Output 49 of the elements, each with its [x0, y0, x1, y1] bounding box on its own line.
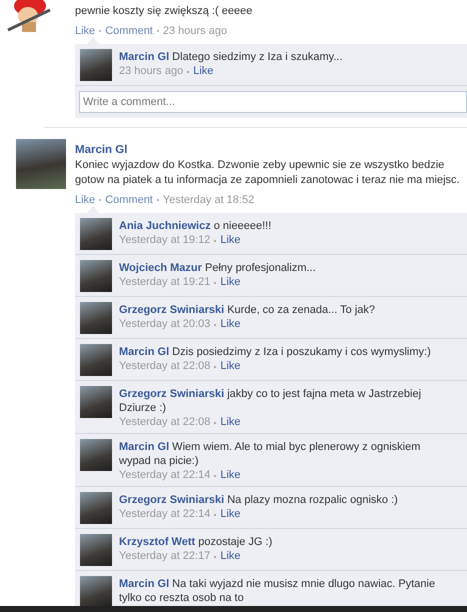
comment-text: Marcin Gl Na taki wyjazd nie musisz mnie dlugo nawiac. Pytanie tylko co reszta osob na to [119, 577, 436, 605]
comment-time: Yesterday at 22:14 [119, 507, 210, 522]
like-link[interactable]: Like [220, 233, 241, 248]
avatar-photo [16, 139, 66, 189]
comment-text: Ania Juchniewicz o nieeeee!!! [119, 219, 272, 233]
comment-time: 23 hours ago [119, 64, 184, 79]
comment-time: Yesterday at 19:12 [119, 233, 210, 248]
like-link[interactable]: Like [220, 275, 241, 290]
like-link[interactable]: Like [220, 468, 241, 483]
avatar-photo [80, 260, 112, 292]
action-link[interactable]: Comment [105, 23, 153, 39]
comment-text: Grzegorz Swiniarski Kurde, co za zenada... To jak? [119, 303, 376, 317]
like-link[interactable]: Like [220, 359, 241, 374]
comment-text: Marcin Gl Dlatego siedzimy z Iza i szukamy... [119, 50, 344, 64]
author-name[interactable]: Marcin Gl [75, 143, 467, 158]
avatar-photo [80, 386, 112, 418]
post-time: 23 hours ago [162, 24, 228, 39]
like-link[interactable]: Like [220, 549, 241, 564]
like-link[interactable]: Like [220, 317, 241, 332]
comment-text: Grzegorz Swiniarski Na plazy mozna rozpalic ognisko :) [119, 493, 399, 507]
comment-time: Yesterday at 19:21 [119, 275, 210, 290]
comment-text: Wojciech Mazur Pełny profesjonalizm... [119, 261, 317, 275]
comment-text: Marcin Gl Dzis posiedzimy z Iza i poszukamy i cos wymyslimy:) [119, 345, 432, 359]
avatar-photo [80, 534, 112, 566]
comment-time: Yesterday at 22:17 [119, 549, 210, 564]
post-text: Koniec wyjazdow do Kostka. Dzwonie zeby upewnic sie ze wszystko bedzie gotow na piatek a tu informacja ze zapomnieli zanotowac i teraz nie ma miejsc. [75, 158, 461, 188]
comment-time: Yesterday at 22:08 [119, 359, 210, 374]
avatar-photo [80, 576, 112, 608]
avatar-photo [80, 492, 112, 524]
avatar-photo [80, 344, 112, 376]
comment-time: Yesterday at 22:14 [119, 468, 210, 483]
comment-input-field[interactable]: Write a comment... [79, 91, 467, 113]
post-text: pewnie koszty się zwiększą :( eeeee [75, 4, 254, 19]
like-link[interactable]: Like [193, 64, 214, 79]
avatar-photo [80, 49, 112, 81]
like-link[interactable]: Like [220, 507, 241, 522]
comment-text: Marcin Gl Wiem wiem. Ale to mial byc plenerowy z ogniskiem wypad na picie:) [119, 440, 422, 468]
comment-text: Krzysztof Wett pozostaje JG :) [119, 535, 274, 549]
avatar-photo [80, 218, 112, 250]
post-time: Yesterday at 18:52 [162, 193, 254, 208]
action-link[interactable]: Like [75, 192, 96, 208]
comment-time: Yesterday at 22:08 [119, 415, 210, 430]
action-link[interactable]: Like [75, 23, 96, 39]
comment-text: Grzegorz Swiniarski jakby co to jest fajna meta w Jastrzebiej Dziurze :) [119, 387, 422, 415]
action-link[interactable]: Comment [105, 192, 153, 208]
comment-time: Yesterday at 20:03 [119, 317, 210, 332]
avatar-photo [80, 302, 112, 334]
like-link[interactable]: Like [220, 415, 241, 430]
avatar-photo [80, 439, 112, 471]
